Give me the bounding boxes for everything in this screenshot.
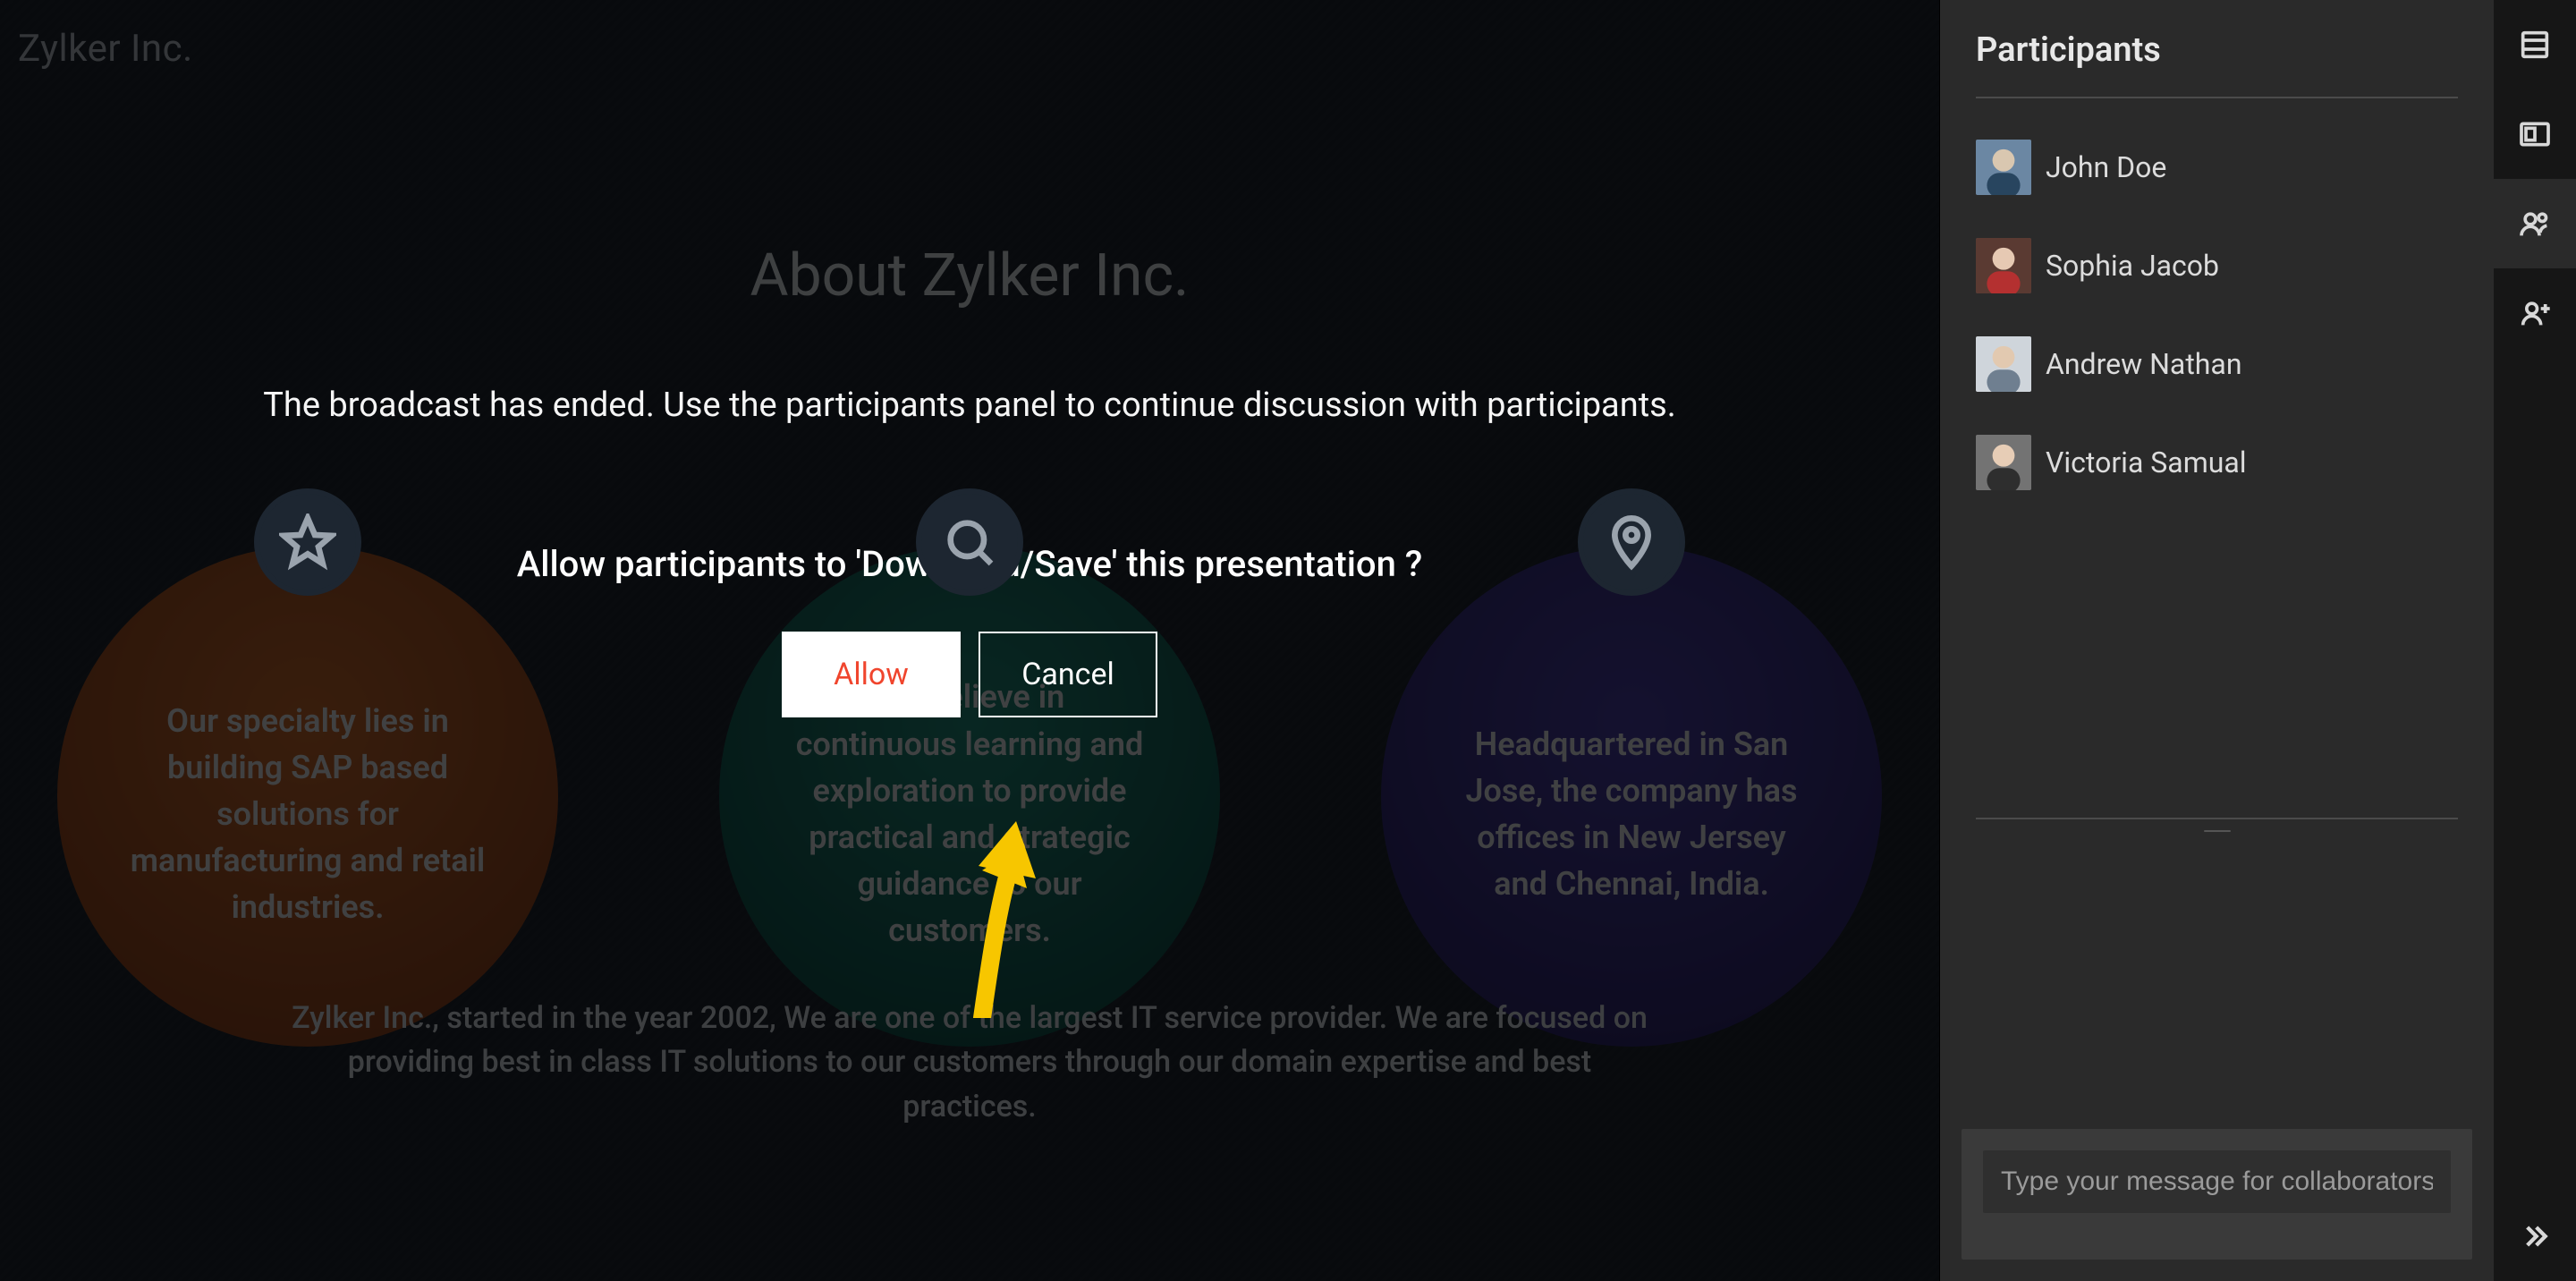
rail-thumbnails-button[interactable] xyxy=(2494,0,2576,89)
thumbnails-icon xyxy=(2517,27,2553,63)
avatar xyxy=(1976,336,2031,392)
slides-panel-icon xyxy=(2517,116,2553,152)
cancel-button[interactable]: Cancel xyxy=(979,632,1157,717)
participant-row[interactable]: John Doe xyxy=(1976,123,2458,211)
star-icon xyxy=(254,488,361,596)
participant-name: Victoria Samual xyxy=(2046,445,2247,479)
participant-name: Andrew Nathan xyxy=(2046,347,2242,381)
avatar xyxy=(1976,435,2031,490)
participants-list: John Doe Sophia Jacob Andrew Nathan Vict… xyxy=(1940,98,2494,818)
add-person-icon xyxy=(2517,295,2553,331)
chevron-double-right-icon xyxy=(2517,1218,2553,1254)
participants-panel: Participants John Doe Sophia Jacob Andre… xyxy=(1939,0,2494,1281)
participant-row[interactable]: Sophia Jacob xyxy=(1976,222,2458,310)
broadcast-ended-message: The broadcast has ended. Use the partici… xyxy=(263,386,1676,425)
presentation-area: Zylker Inc. About Zylker Inc. Our specia… xyxy=(0,0,1939,1281)
modal-button-row: Allow Cancel xyxy=(782,632,1157,717)
panel-divider xyxy=(1976,818,2458,843)
rail-slides-button[interactable] xyxy=(2494,89,2576,179)
rail-participants-button[interactable] xyxy=(2494,179,2576,268)
avatar xyxy=(1976,140,2031,195)
participants-header: Participants xyxy=(1976,0,2458,98)
chat-input[interactable] xyxy=(1983,1150,2451,1213)
right-icon-rail xyxy=(2494,0,2576,1281)
rail-collapse-button[interactable] xyxy=(2494,1192,2576,1281)
chat-area xyxy=(1962,1129,2472,1260)
drag-handle-icon[interactable] xyxy=(2204,830,2231,832)
allow-button[interactable]: Allow xyxy=(782,632,961,717)
participants-title: Participants xyxy=(1976,30,2161,70)
participants-icon xyxy=(2517,206,2553,242)
participant-row[interactable]: Victoria Samual xyxy=(1976,419,2458,506)
participant-name: Sophia Jacob xyxy=(2046,249,2219,283)
avatar xyxy=(1976,238,2031,293)
participant-row[interactable]: Andrew Nathan xyxy=(1976,320,2458,408)
broadcast-ended-modal: The broadcast has ended. Use the partici… xyxy=(0,0,1939,1281)
search-icon xyxy=(916,488,1023,596)
location-pin-icon xyxy=(1578,488,1685,596)
rail-invite-button[interactable] xyxy=(2494,268,2576,358)
participant-name: John Doe xyxy=(2046,150,2166,184)
